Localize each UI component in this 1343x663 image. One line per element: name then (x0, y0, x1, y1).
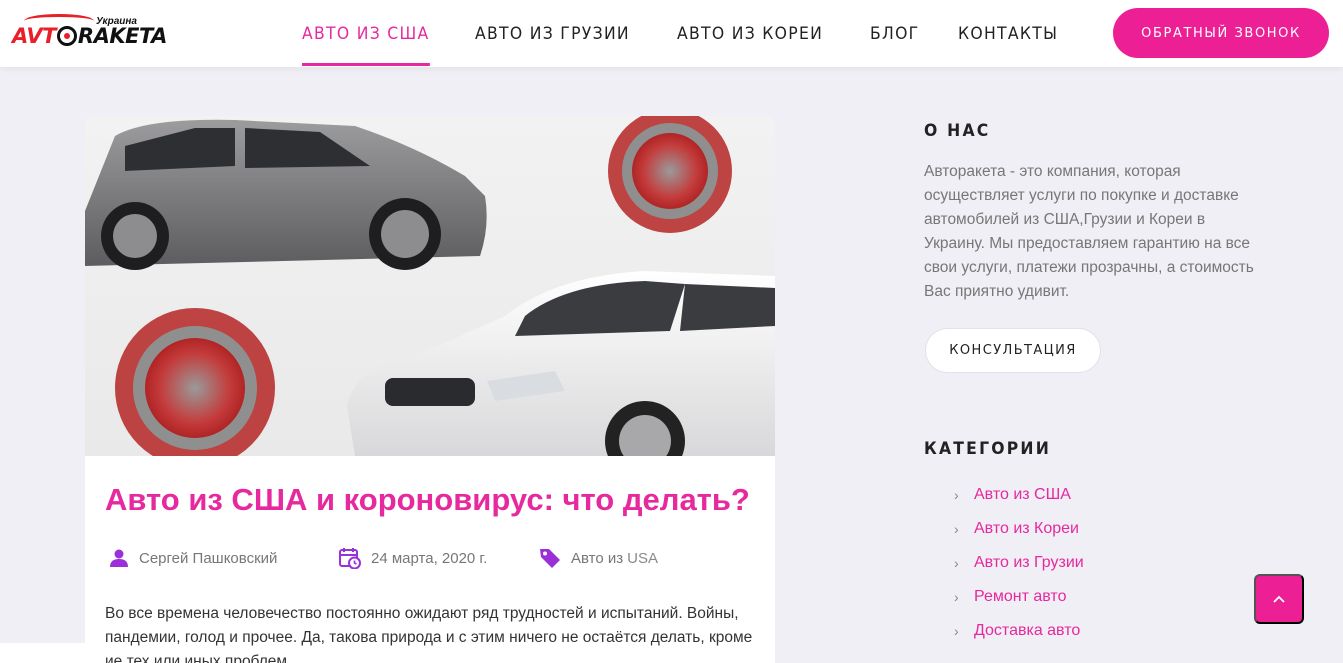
nav-item-korea[interactable]: АВТО ИЗ КОРЕИ (677, 0, 823, 67)
nav-item-contacts[interactable]: КОНТАКТЫ (958, 0, 1058, 67)
logo-part-avt: AVT (12, 24, 56, 48)
post-category-link[interactable]: USA (627, 550, 658, 567)
category-item-korea[interactable]: › Авто из Кореи (954, 512, 1084, 546)
tag-icon (540, 549, 560, 568)
chevron-right-icon: › (954, 521, 959, 537)
scroll-to-top-button[interactable] (1254, 574, 1304, 624)
category-item-repair[interactable]: › Ремонт авто (954, 580, 1084, 614)
chevron-right-icon: › (954, 487, 959, 503)
about-heading: О НАС (924, 121, 991, 141)
site-logo[interactable]: AVT RAKETA Украина (10, 12, 167, 52)
consultation-button[interactable]: КОНСУЛЬТАЦИЯ (925, 328, 1101, 373)
logo-wheel-icon (56, 26, 77, 46)
logo-part-raketa: RAKETA (77, 24, 168, 48)
about-text: Авторакета - это компания, которая осуще… (924, 163, 1254, 300)
category-label[interactable]: Ремонт авто (974, 588, 1066, 606)
post-author: Сергей Пашковский (109, 546, 277, 570)
category-item-usa[interactable]: › Авто из США (954, 478, 1084, 512)
virus-particle-top (608, 116, 732, 233)
virus-particle-bottom (115, 308, 275, 468)
post-category: Авто из USA (539, 546, 658, 570)
post-date: 24 марта, 2020 г. (339, 546, 487, 570)
post-author-name[interactable]: Сергей Пашковский (139, 550, 277, 567)
chevron-up-icon (1273, 595, 1285, 603)
post-card: Авто из США и короновирус: что делать? С… (85, 116, 775, 663)
grey-suv-illustration (85, 119, 487, 270)
category-label[interactable]: Авто из США (974, 486, 1071, 504)
category-label[interactable]: Авто из Грузии (974, 554, 1084, 572)
page-left-edge (0, 643, 85, 663)
category-label[interactable]: Авто из Кореи (974, 520, 1079, 538)
post-excerpt: Во все времена человечество постоянно ож… (105, 605, 753, 663)
categories-list: › Авто из США › Авто из Кореи › Авто из Гру… (954, 478, 1084, 648)
category-label[interactable]: Доставка авто (974, 622, 1080, 640)
white-suv-illustration (347, 271, 775, 481)
nav-item-blog[interactable]: БЛОГ (870, 0, 919, 67)
callback-button[interactable]: ОБРАТНЫЙ ЗВОНОК (1113, 8, 1329, 58)
logo-wordmark: AVT RAKETA (12, 24, 167, 48)
chevron-right-icon: › (954, 623, 959, 639)
logo-tagline: Украина (96, 16, 137, 27)
calendar-clock-icon (339, 548, 361, 569)
post-date-text: 24 марта, 2020 г. (371, 549, 488, 567)
nav-item-usa[interactable]: АВТО ИЗ США (302, 0, 430, 67)
user-icon (110, 549, 128, 567)
category-item-delivery[interactable]: › Доставка авто (954, 614, 1084, 648)
chevron-right-icon: › (954, 589, 959, 605)
post-featured-image[interactable] (85, 116, 775, 481)
cars-and-coronavirus-image (85, 116, 775, 481)
main-nav: АВТО ИЗ США АВТО ИЗ ГРУЗИИ АВТО ИЗ КОРЕИ… (302, 0, 1101, 67)
post-title[interactable]: Авто из США и короновирус: что делать? (105, 482, 765, 518)
post-category-prefix: Авто из (571, 549, 624, 567)
nav-item-georgia[interactable]: АВТО ИЗ ГРУЗИИ (475, 0, 630, 67)
categories-heading: КАТЕГОРИИ (924, 439, 1052, 459)
chevron-right-icon: › (954, 555, 959, 571)
category-item-georgia[interactable]: › Авто из Грузии (954, 546, 1084, 580)
site-header: AVT RAKETA Украина АВТО ИЗ США АВТО ИЗ ГР… (0, 0, 1343, 67)
